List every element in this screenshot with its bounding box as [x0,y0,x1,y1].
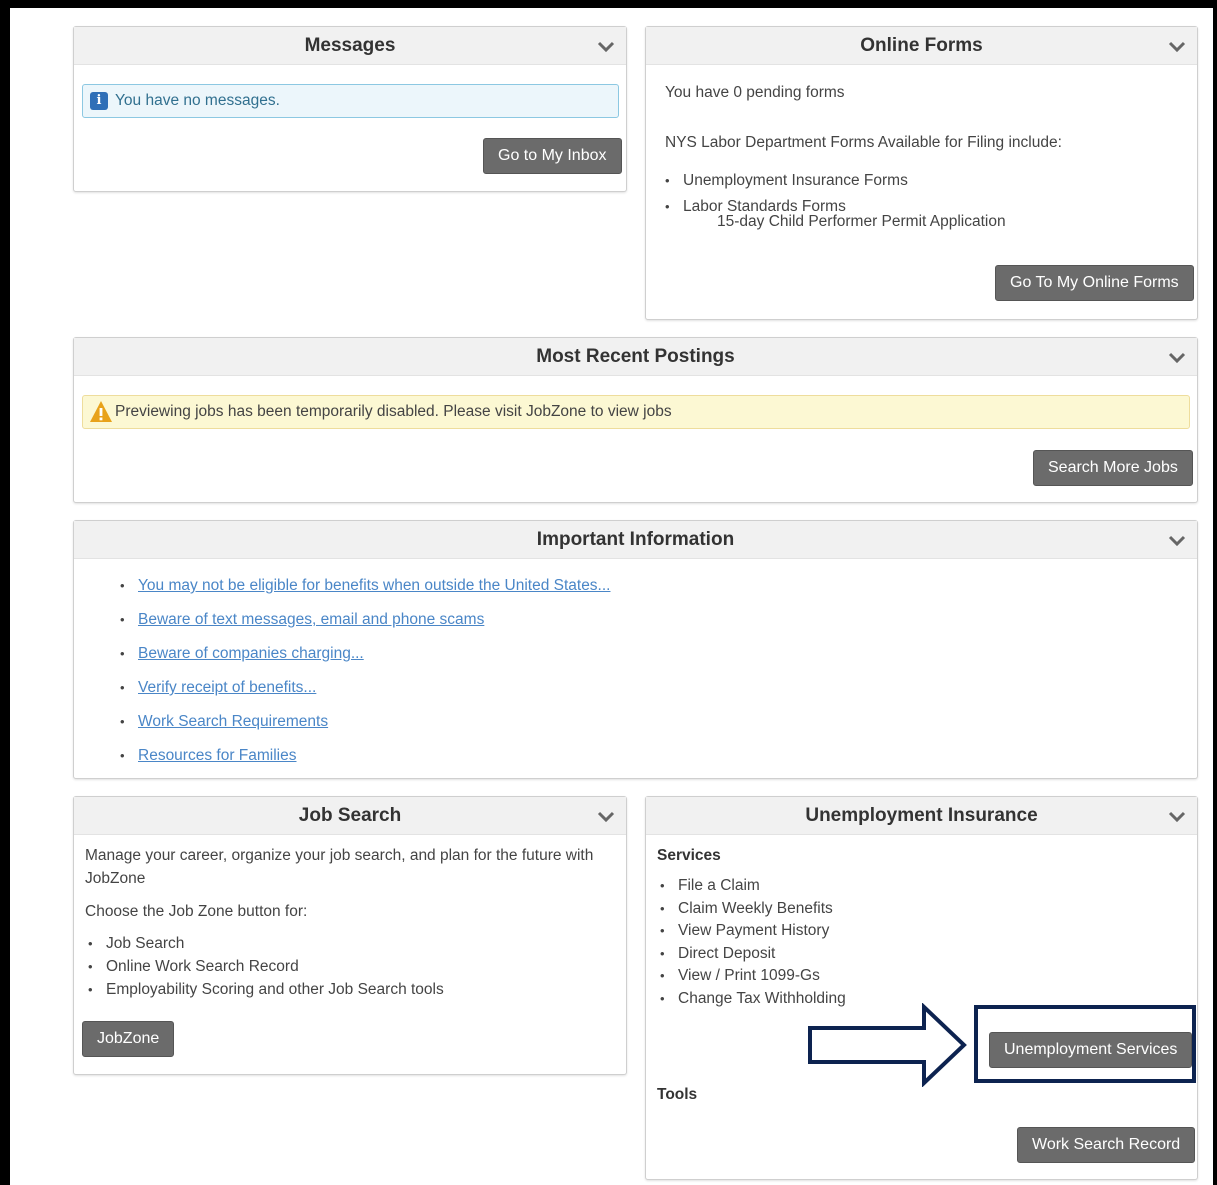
choose-jobzone-text: Choose the Job Zone button for: [85,903,308,920]
list-item[interactable]: Unemployment Insurance Forms [662,168,908,194]
important-links-list: You may not be eligible for benefits whe… [117,569,610,773]
list-item: Beware of text messages, email and phone… [117,603,610,637]
info-icon: i [90,92,108,110]
chevron-down-icon[interactable] [1167,806,1187,826]
arrow-right-icon [808,1003,967,1087]
online-forms-header[interactable]: Online Forms [646,27,1197,65]
tools-label: Tools [657,1086,698,1103]
list-item: Job Search [85,932,444,955]
work-search-record-button[interactable]: Work Search Record [1017,1127,1196,1163]
scams-link[interactable]: Beware of text messages, email and phone… [138,611,484,628]
unemployment-insurance-header[interactable]: Unemployment Insurance [646,797,1197,835]
list-item: Beware of companies charging... [117,637,610,671]
unemployment-insurance-title: Unemployment Insurance [805,805,1038,826]
job-search-list: Job Search Online Work Search Record Emp… [85,932,444,1001]
job-search-desc-line2: JobZone [85,870,146,887]
outside-us-link[interactable]: You may not be eligible for benefits whe… [138,577,610,594]
online-forms-panel: Online Forms You have 0 pending forms NY… [645,26,1198,320]
list-item: Claim Weekly Benefits [657,898,846,921]
recent-postings-header[interactable]: Most Recent Postings [74,338,1197,376]
chevron-down-icon[interactable] [596,36,616,56]
go-to-online-forms-button[interactable]: Go To My Online Forms [995,265,1194,301]
job-search-panel: Job Search Manage your career, organize … [73,796,627,1075]
forms-intro-text: NYS Labor Department Forms Available for… [665,134,1062,151]
chevron-down-icon[interactable] [1167,530,1187,550]
messages-title: Messages [304,35,396,56]
highlight-box [974,1005,1196,1083]
list-item: You may not be eligible for benefits whe… [117,569,610,603]
list-item: View / Print 1099-Gs [657,965,846,988]
job-search-desc-line1: Manage your career, organize your job se… [85,847,594,864]
list-item: Verify receipt of benefits... [117,671,610,705]
services-list: File a Claim Claim Weekly Benefits View … [657,875,846,1011]
work-search-requirements-link[interactable]: Work Search Requirements [138,713,328,730]
list-item: File a Claim [657,875,846,898]
important-info-header[interactable]: Important Information [74,521,1197,559]
jobzone-button[interactable]: JobZone [82,1021,175,1057]
no-messages-text: You have no messages. [115,92,280,109]
list-item: Resources for Families [117,739,610,773]
important-info-title: Important Information [536,529,735,550]
go-to-inbox-button[interactable]: Go to My Inbox [483,138,622,174]
list-item: Employability Scoring and other Job Sear… [85,978,444,1001]
verify-receipt-link[interactable]: Verify receipt of benefits... [138,679,316,696]
list-item: View Payment History [657,920,846,943]
list-item: Online Work Search Record [85,955,444,978]
list-item: Work Search Requirements [117,705,610,739]
job-search-title: Job Search [298,805,402,826]
online-forms-title: Online Forms [860,35,983,56]
jobs-disabled-text: Previewing jobs has been temporarily dis… [115,403,672,420]
messages-header[interactable]: Messages [74,27,626,65]
chevron-down-icon[interactable] [596,806,616,826]
jobs-disabled-alert: Previewing jobs has been temporarily dis… [82,395,1190,429]
important-info-panel: Important Information You may not be eli… [73,520,1198,779]
no-messages-alert: i You have no messages. [82,84,619,118]
messages-panel: Messages i You have no messages. Go to M… [73,26,627,192]
child-performer-permit-item[interactable]: 15-day Child Performer Permit Applicatio… [717,213,1006,231]
resources-families-link[interactable]: Resources for Families [138,747,297,764]
chevron-down-icon[interactable] [1167,347,1187,367]
job-search-header[interactable]: Job Search [74,797,626,835]
recent-postings-title: Most Recent Postings [536,346,735,367]
recent-postings-panel: Most Recent Postings Previewing jobs has… [73,337,1198,503]
services-label: Services [657,847,721,864]
companies-charging-link[interactable]: Beware of companies charging... [138,645,364,662]
search-more-jobs-button[interactable]: Search More Jobs [1033,450,1193,486]
list-item: Direct Deposit [657,943,846,966]
unemployment-insurance-panel: Unemployment Insurance Services File a C… [645,796,1198,1180]
pending-forms-text: You have 0 pending forms [665,84,845,101]
warning-icon [90,401,112,422]
chevron-down-icon[interactable] [1167,36,1187,56]
